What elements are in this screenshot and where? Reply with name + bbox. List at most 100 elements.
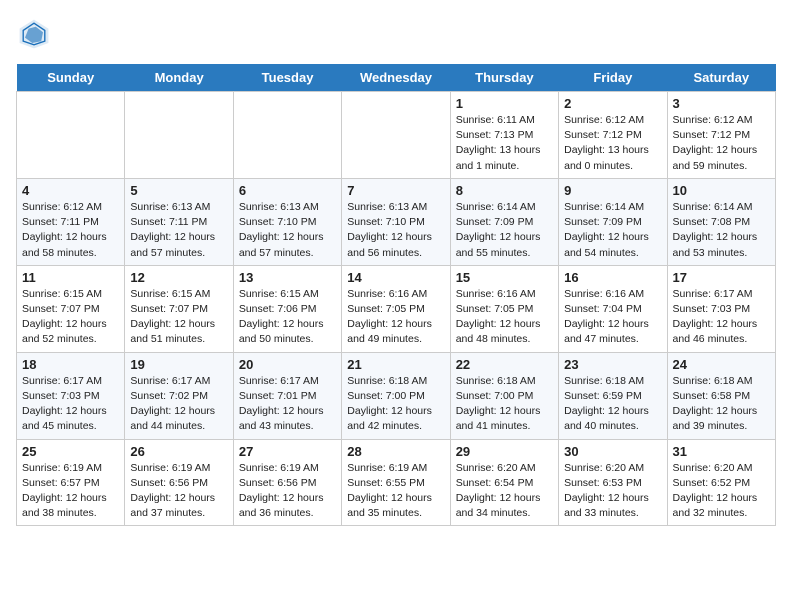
day-info: Sunrise: 6:18 AM Sunset: 6:59 PM Dayligh…	[564, 374, 661, 435]
day-info: Sunrise: 6:11 AM Sunset: 7:13 PM Dayligh…	[456, 113, 553, 174]
day-info: Sunrise: 6:20 AM Sunset: 6:52 PM Dayligh…	[673, 461, 770, 522]
calendar-cell: 25Sunrise: 6:19 AM Sunset: 6:57 PM Dayli…	[17, 439, 125, 526]
calendar-cell: 2 Sunrise: 6:12 AM Sunset: 7:12 PM Daylig…	[559, 92, 667, 179]
calendar-cell: 26Sunrise: 6:19 AM Sunset: 6:56 PM Dayli…	[125, 439, 233, 526]
day-number: 23	[564, 357, 661, 372]
day-number: 15	[456, 270, 553, 285]
calendar-cell: 27 Sunrise: 6:19 AM Sunset: 6:56 PM Dayli…	[233, 439, 341, 526]
calendar-cell: 21 Sunrise: 6:18 AM Sunset: 7:00 PM Dayli…	[342, 352, 450, 439]
calendar-cell: 11 Sunrise: 6:15 AM Sunset: 7:07 PM Dayli…	[17, 265, 125, 352]
day-number: 11	[22, 270, 119, 285]
calendar-cell: 5Sunrise: 6:13 AM Sunset: 7:11 PM Daylig…	[125, 178, 233, 265]
day-info: Sunrise: 6:18 AM Sunset: 7:00 PM Dayligh…	[347, 374, 444, 435]
logo	[16, 16, 56, 52]
calendar-week-4: 18 Sunrise: 6:17 AM Sunset: 7:03 PM Dayli…	[17, 352, 776, 439]
day-info: Sunrise: 6:14 AM Sunset: 7:09 PM Dayligh…	[456, 200, 553, 261]
day-number: 2	[564, 96, 661, 111]
day-info: Sunrise: 6:16 AM Sunset: 7:05 PM Dayligh…	[347, 287, 444, 348]
day-number: 8	[456, 183, 553, 198]
day-number: 29	[456, 444, 553, 459]
day-info: Sunrise: 6:20 AM Sunset: 6:54 PM Dayligh…	[456, 461, 553, 522]
calendar-cell: 23 Sunrise: 6:18 AM Sunset: 6:59 PM Dayli…	[559, 352, 667, 439]
calendar-cell: 13Sunrise: 6:15 AM Sunset: 7:06 PM Dayli…	[233, 265, 341, 352]
calendar-cell: 17 Sunrise: 6:17 AM Sunset: 7:03 PM Dayli…	[667, 265, 775, 352]
calendar-cell	[17, 92, 125, 179]
page-header	[16, 16, 776, 52]
day-number: 10	[673, 183, 770, 198]
weekday-row: SundayMondayTuesdayWednesdayThursdayFrid…	[17, 64, 776, 92]
day-number: 21	[347, 357, 444, 372]
weekday-header-sunday: Sunday	[17, 64, 125, 92]
calendar-cell: 22Sunrise: 6:18 AM Sunset: 7:00 PM Dayli…	[450, 352, 558, 439]
calendar-week-1: 1 Sunrise: 6:11 AM Sunset: 7:13 PM Daylig…	[17, 92, 776, 179]
calendar-cell: 9 Sunrise: 6:14 AM Sunset: 7:09 PM Daylig…	[559, 178, 667, 265]
day-number: 22	[456, 357, 553, 372]
day-info: Sunrise: 6:13 AM Sunset: 7:10 PM Dayligh…	[347, 200, 444, 261]
calendar-week-2: 4 Sunrise: 6:12 AM Sunset: 7:11 PM Daylig…	[17, 178, 776, 265]
calendar-cell: 10 Sunrise: 6:14 AM Sunset: 7:08 PM Dayli…	[667, 178, 775, 265]
weekday-header-wednesday: Wednesday	[342, 64, 450, 92]
day-info: Sunrise: 6:19 AM Sunset: 6:56 PM Dayligh…	[239, 461, 336, 522]
day-number: 20	[239, 357, 336, 372]
day-number: 31	[673, 444, 770, 459]
day-number: 4	[22, 183, 119, 198]
day-number: 19	[130, 357, 227, 372]
day-info: Sunrise: 6:13 AM Sunset: 7:10 PM Dayligh…	[239, 200, 336, 261]
day-info: Sunrise: 6:19 AM Sunset: 6:57 PM Dayligh…	[22, 461, 119, 522]
day-info: Sunrise: 6:17 AM Sunset: 7:03 PM Dayligh…	[22, 374, 119, 435]
weekday-header-saturday: Saturday	[667, 64, 775, 92]
calendar-cell: 16 Sunrise: 6:16 AM Sunset: 7:04 PM Dayli…	[559, 265, 667, 352]
day-info: Sunrise: 6:12 AM Sunset: 7:11 PM Dayligh…	[22, 200, 119, 261]
day-number: 12	[130, 270, 227, 285]
calendar-cell: 15Sunrise: 6:16 AM Sunset: 7:05 PM Dayli…	[450, 265, 558, 352]
weekday-header-friday: Friday	[559, 64, 667, 92]
day-number: 7	[347, 183, 444, 198]
day-number: 27	[239, 444, 336, 459]
calendar-cell: 19 Sunrise: 6:17 AM Sunset: 7:02 PM Dayli…	[125, 352, 233, 439]
day-info: Sunrise: 6:16 AM Sunset: 7:04 PM Dayligh…	[564, 287, 661, 348]
day-info: Sunrise: 6:15 AM Sunset: 7:07 PM Dayligh…	[130, 287, 227, 348]
calendar-table: SundayMondayTuesdayWednesdayThursdayFrid…	[16, 64, 776, 526]
day-info: Sunrise: 6:14 AM Sunset: 7:09 PM Dayligh…	[564, 200, 661, 261]
day-number: 26	[130, 444, 227, 459]
weekday-header-thursday: Thursday	[450, 64, 558, 92]
calendar-cell: 28Sunrise: 6:19 AM Sunset: 6:55 PM Dayli…	[342, 439, 450, 526]
calendar-cell: 29 Sunrise: 6:20 AM Sunset: 6:54 PM Dayli…	[450, 439, 558, 526]
day-number: 24	[673, 357, 770, 372]
calendar-cell: 3Sunrise: 6:12 AM Sunset: 7:12 PM Daylig…	[667, 92, 775, 179]
calendar-cell: 20 Sunrise: 6:17 AM Sunset: 7:01 PM Dayli…	[233, 352, 341, 439]
day-number: 18	[22, 357, 119, 372]
day-number: 16	[564, 270, 661, 285]
calendar-body: 1 Sunrise: 6:11 AM Sunset: 7:13 PM Daylig…	[17, 92, 776, 526]
day-number: 17	[673, 270, 770, 285]
day-number: 6	[239, 183, 336, 198]
day-info: Sunrise: 6:17 AM Sunset: 7:02 PM Dayligh…	[130, 374, 227, 435]
calendar-cell: 18 Sunrise: 6:17 AM Sunset: 7:03 PM Dayli…	[17, 352, 125, 439]
day-number: 30	[564, 444, 661, 459]
calendar-week-5: 25Sunrise: 6:19 AM Sunset: 6:57 PM Dayli…	[17, 439, 776, 526]
day-info: Sunrise: 6:12 AM Sunset: 7:12 PM Dayligh…	[673, 113, 770, 174]
calendar-cell: 12 Sunrise: 6:15 AM Sunset: 7:07 PM Dayli…	[125, 265, 233, 352]
calendar-cell	[233, 92, 341, 179]
calendar-cell: 7 Sunrise: 6:13 AM Sunset: 7:10 PM Daylig…	[342, 178, 450, 265]
day-number: 5	[130, 183, 227, 198]
day-number: 13	[239, 270, 336, 285]
calendar-header: SundayMondayTuesdayWednesdayThursdayFrid…	[17, 64, 776, 92]
day-info: Sunrise: 6:15 AM Sunset: 7:07 PM Dayligh…	[22, 287, 119, 348]
calendar-cell: 30Sunrise: 6:20 AM Sunset: 6:53 PM Dayli…	[559, 439, 667, 526]
day-info: Sunrise: 6:12 AM Sunset: 7:12 PM Dayligh…	[564, 113, 661, 174]
day-info: Sunrise: 6:14 AM Sunset: 7:08 PM Dayligh…	[673, 200, 770, 261]
day-info: Sunrise: 6:17 AM Sunset: 7:01 PM Dayligh…	[239, 374, 336, 435]
calendar-cell: 8 Sunrise: 6:14 AM Sunset: 7:09 PM Daylig…	[450, 178, 558, 265]
calendar-cell: 6 Sunrise: 6:13 AM Sunset: 7:10 PM Daylig…	[233, 178, 341, 265]
weekday-header-tuesday: Tuesday	[233, 64, 341, 92]
calendar-cell: 4 Sunrise: 6:12 AM Sunset: 7:11 PM Daylig…	[17, 178, 125, 265]
day-number: 9	[564, 183, 661, 198]
day-info: Sunrise: 6:18 AM Sunset: 6:58 PM Dayligh…	[673, 374, 770, 435]
calendar-cell: 31 Sunrise: 6:20 AM Sunset: 6:52 PM Dayli…	[667, 439, 775, 526]
calendar-cell: 14Sunrise: 6:16 AM Sunset: 7:05 PM Dayli…	[342, 265, 450, 352]
calendar-cell	[342, 92, 450, 179]
calendar-cell: 24 Sunrise: 6:18 AM Sunset: 6:58 PM Dayli…	[667, 352, 775, 439]
day-number: 1	[456, 96, 553, 111]
day-info: Sunrise: 6:17 AM Sunset: 7:03 PM Dayligh…	[673, 287, 770, 348]
